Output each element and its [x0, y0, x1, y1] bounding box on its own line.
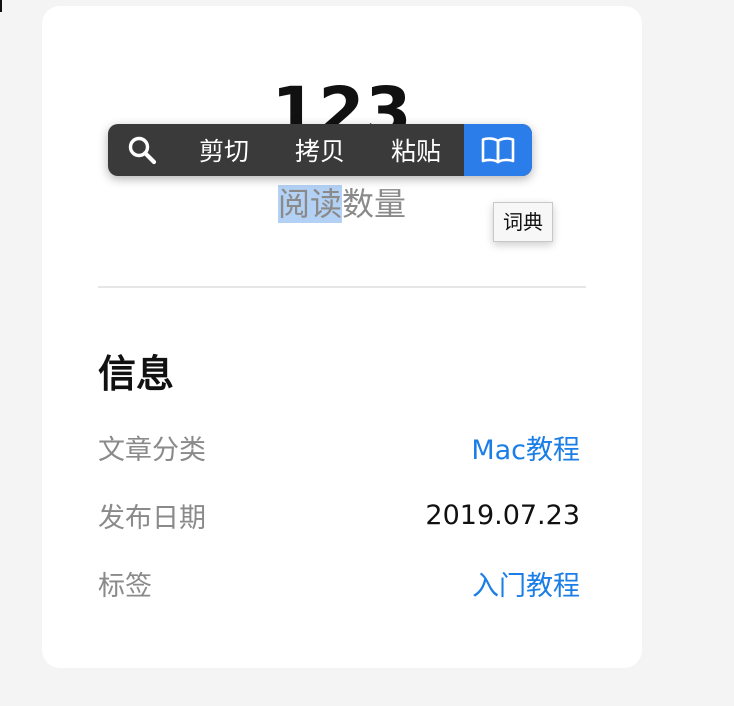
divider: [98, 286, 586, 288]
selected-text[interactable]: 阅读: [277, 185, 342, 223]
tags-label: 标签: [98, 570, 152, 602]
paste-button[interactable]: 粘贴: [368, 124, 464, 176]
book-icon: [481, 137, 515, 164]
publish-date-value: 2019.07.23: [425, 499, 580, 531]
tag-link[interactable]: 入门教程: [472, 564, 580, 603]
search-icon: [128, 136, 157, 165]
info-row-tags: 标签 入门教程: [98, 563, 580, 603]
text-context-menu: 剪切 拷贝 粘贴: [108, 124, 532, 176]
dictionary-button[interactable]: [464, 124, 532, 176]
text-cursor: [0, 0, 2, 12]
label-rest-text: 数量: [342, 185, 407, 223]
category-link[interactable]: Mac教程: [471, 428, 580, 467]
info-row-category: 文章分类 Mac教程: [98, 427, 580, 467]
lookup-search-button[interactable]: [108, 124, 176, 176]
info-row-date: 发布日期 2019.07.23: [98, 495, 580, 535]
copy-button[interactable]: 拷贝: [272, 124, 368, 176]
category-label: 文章分类: [98, 434, 206, 466]
dictionary-tooltip: 词典: [493, 202, 553, 242]
article-stats-card: 123 阅读数量 信息 文章分类 Mac教程 发布日期 2019.07.23 标…: [42, 6, 642, 668]
publish-date-label: 发布日期: [98, 502, 206, 534]
cut-button[interactable]: 剪切: [176, 124, 272, 176]
info-section-title: 信息: [98, 352, 175, 396]
